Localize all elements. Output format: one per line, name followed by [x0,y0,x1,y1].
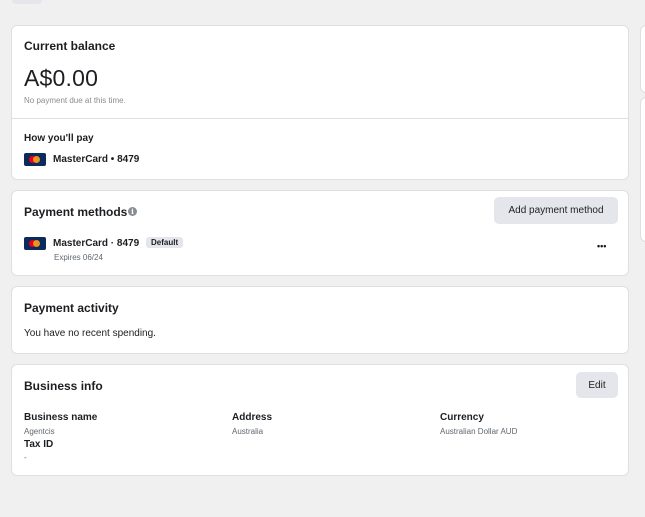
mastercard-icon [24,153,46,166]
address-value: Australia [232,427,264,436]
current-balance-title: Current balance [24,39,116,53]
payment-methods-card: Payment methods i Add payment method Mas… [11,190,629,276]
how-you-pay-title: How you'll pay [24,133,94,144]
payment-method-card-label: MasterCard · 8479 [53,238,140,249]
info-icon[interactable]: i [128,207,137,216]
default-badge: Default [146,237,184,248]
tax-id-value: - [24,453,27,462]
side-panel-edge-bottom [640,97,645,242]
edit-button[interactable]: Edit [576,372,618,398]
payment-activity-card: Payment activity You have no recent spen… [11,286,629,354]
add-payment-method-button[interactable]: Add payment method [494,197,618,224]
currency-label: Currency [440,412,484,423]
business-name-value: Agentcis [24,427,55,436]
top-tab-chip [12,0,42,4]
payment-activity-title: Payment activity [24,301,119,315]
business-name-label: Business name [24,412,98,423]
payment-activity-message: You have no recent spending. [24,328,156,339]
payment-methods-title: Payment methods [24,205,128,219]
balance-amount: A$0.00 [24,65,99,91]
address-label: Address [232,412,273,423]
more-options-icon[interactable]: ••• [597,241,606,251]
business-info-title: Business info [24,379,103,393]
mastercard-icon [24,237,46,250]
balance-note: No payment due at this time. [24,96,126,105]
currency-value: Australian Dollar AUD [440,427,518,436]
business-info-card: Business info Edit Business name Agentci… [11,364,629,476]
side-panel-edge-top [640,25,645,93]
tax-id-label: Tax ID [24,439,54,450]
current-balance-card: Current balance A$0.00 No payment due at… [11,25,629,180]
card-expiry: Expires 06/24 [54,253,103,262]
how-you-pay-card: MasterCard • 8479 [53,154,140,165]
balance-divider [12,118,628,119]
